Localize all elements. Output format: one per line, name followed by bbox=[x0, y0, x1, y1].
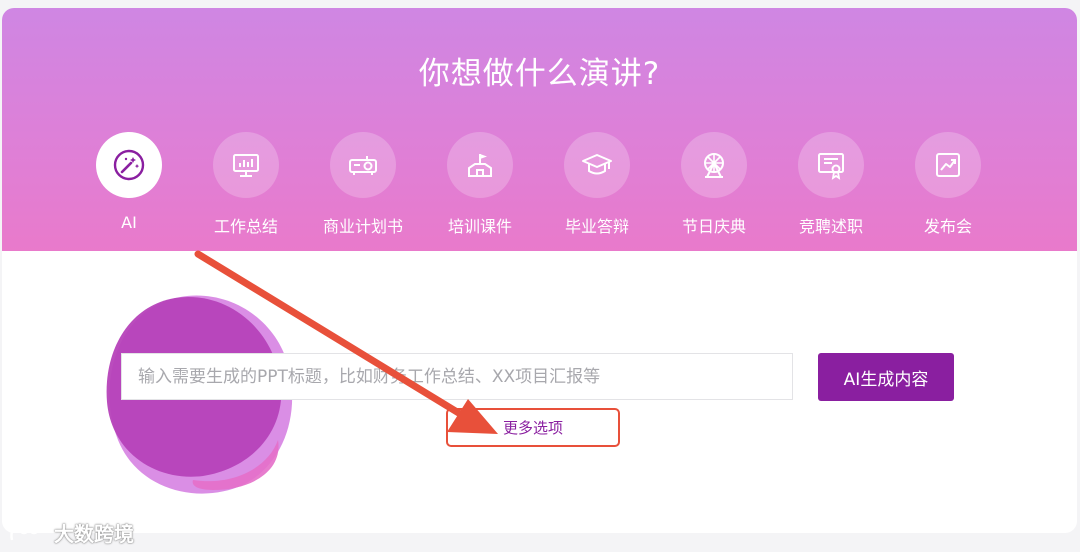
trend-chart-icon bbox=[936, 153, 960, 177]
ai-generate-button[interactable]: AI生成内容 bbox=[818, 353, 954, 401]
category-circle bbox=[681, 132, 747, 198]
category-label: AI bbox=[121, 213, 137, 232]
category-festival[interactable]: 节日庆典 bbox=[659, 132, 769, 242]
category-job-report[interactable]: 竞聘述职 bbox=[776, 132, 886, 242]
category-circle bbox=[330, 132, 396, 198]
projector-icon bbox=[349, 156, 377, 175]
category-circle bbox=[915, 132, 981, 198]
certificate-icon bbox=[818, 153, 844, 180]
watermark-text: 大数跨境 bbox=[54, 521, 134, 546]
flag-building-icon bbox=[468, 154, 492, 177]
category-graduation[interactable]: 毕业答辩 bbox=[542, 132, 652, 242]
graduation-cap-icon bbox=[582, 154, 612, 175]
monitor-chart-icon bbox=[233, 154, 259, 177]
ferris-wheel-icon bbox=[704, 153, 724, 178]
category-circle bbox=[447, 132, 513, 198]
category-circle bbox=[96, 132, 162, 198]
category-launch-event[interactable]: 发布会 bbox=[893, 132, 1003, 242]
watermark-logo-icon bbox=[10, 522, 40, 541]
category-label: 培训课件 bbox=[447, 217, 512, 236]
category-business-plan[interactable]: 商业计划书 bbox=[308, 132, 418, 242]
category-work-summary[interactable]: 工作总结 bbox=[191, 132, 301, 242]
category-label: 竞聘述职 bbox=[798, 217, 863, 236]
category-circle bbox=[798, 132, 864, 198]
category-ai[interactable]: AI bbox=[74, 132, 184, 242]
hero-banner: 你想做什么演讲? AI 工作总结 商业计划书 培训课件 毕业答辩 节日庆典 竞聘… bbox=[2, 8, 1077, 251]
category-training[interactable]: 培训课件 bbox=[425, 132, 535, 242]
category-label: 工作总结 bbox=[213, 217, 278, 236]
category-circle bbox=[213, 132, 279, 198]
ppt-title-input[interactable] bbox=[121, 353, 793, 400]
more-options-link[interactable]: 更多选项 bbox=[446, 408, 620, 447]
category-label: 商业计划书 bbox=[322, 217, 403, 236]
category-label: 毕业答辩 bbox=[564, 217, 629, 236]
watermark: 大数跨境 bbox=[8, 518, 134, 546]
hero-title: 你想做什么演讲? bbox=[418, 56, 661, 92]
more-options-label: 更多选项 bbox=[502, 419, 563, 437]
category-label: 节日庆典 bbox=[681, 217, 746, 236]
magic-wand-icon bbox=[113, 149, 145, 181]
category-label: 发布会 bbox=[923, 217, 972, 236]
category-circle bbox=[564, 132, 630, 198]
